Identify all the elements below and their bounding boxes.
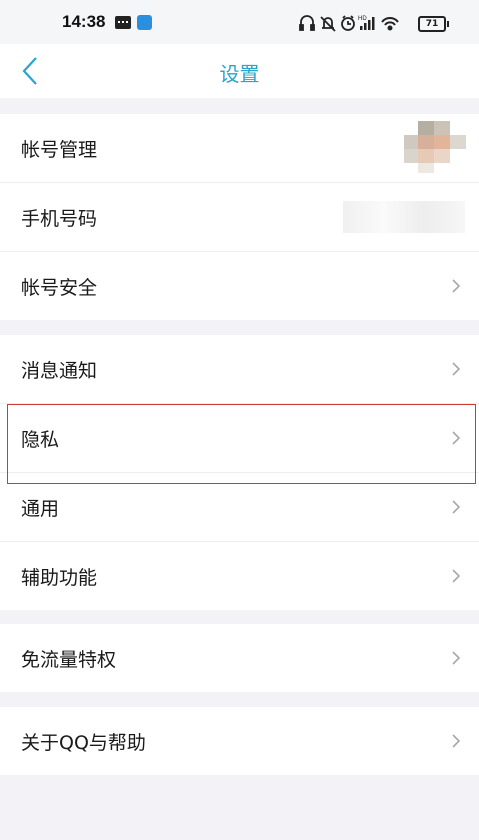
message-notification-icon (115, 16, 131, 29)
signal-icon: HD (358, 16, 375, 30)
settings-row-about-help[interactable]: 关于QQ与帮助 (0, 707, 479, 775)
wifi-icon (381, 17, 399, 31)
row-label: 关于QQ与帮助 (21, 732, 146, 754)
row-label: 帐号管理 (21, 139, 98, 161)
status-icons: HD (299, 15, 399, 32)
svg-text:HD: HD (358, 16, 367, 22)
settings-row-data-free-privilege[interactable]: 免流量特权 (0, 624, 479, 692)
row-label: 辅助功能 (21, 567, 98, 589)
avatar (404, 121, 466, 175)
settings-group-account: 帐号管理 手机号码 帐号安全 (0, 114, 479, 320)
status-bar: 14:38 HD 71 (0, 0, 479, 44)
mute-icon (320, 16, 336, 32)
nav-bar: 设置 (0, 44, 479, 98)
phone-number-value (343, 201, 465, 233)
row-label: 帐号安全 (21, 277, 98, 299)
settings-row-accessibility[interactable]: 辅助功能 (0, 542, 479, 610)
page-title: 设置 (219, 62, 260, 86)
row-label: 隐私 (21, 429, 60, 451)
chevron-right-icon (452, 734, 461, 748)
chevron-right-icon (452, 651, 461, 665)
settings-row-general[interactable]: 通用 (0, 473, 479, 542)
settings-row-account-management[interactable]: 帐号管理 (0, 114, 479, 183)
chevron-right-icon (452, 431, 461, 445)
chevron-right-icon (452, 569, 461, 583)
row-label: 通用 (21, 498, 60, 520)
row-label: 消息通知 (21, 360, 98, 382)
chevron-right-icon (452, 362, 461, 376)
settings-row-privacy[interactable]: 隐私 (0, 404, 479, 473)
chevron-right-icon (452, 279, 461, 293)
battery-icon: 71 (418, 16, 449, 32)
row-label: 免流量特权 (21, 649, 117, 671)
settings-group-about: 关于QQ与帮助 (0, 707, 479, 775)
settings-group-data-free: 免流量特权 (0, 624, 479, 692)
status-time: 14:38 (62, 12, 106, 31)
chevron-right-icon (452, 500, 461, 514)
app-notification-icon (137, 15, 152, 30)
settings-row-phone-number[interactable]: 手机号码 (0, 183, 479, 252)
settings-group-general: 消息通知 隐私 通用 辅助功能 (0, 335, 479, 610)
settings-row-notifications[interactable]: 消息通知 (0, 335, 479, 404)
row-label: 手机号码 (21, 208, 98, 230)
settings-row-account-security[interactable]: 帐号安全 (0, 252, 479, 320)
